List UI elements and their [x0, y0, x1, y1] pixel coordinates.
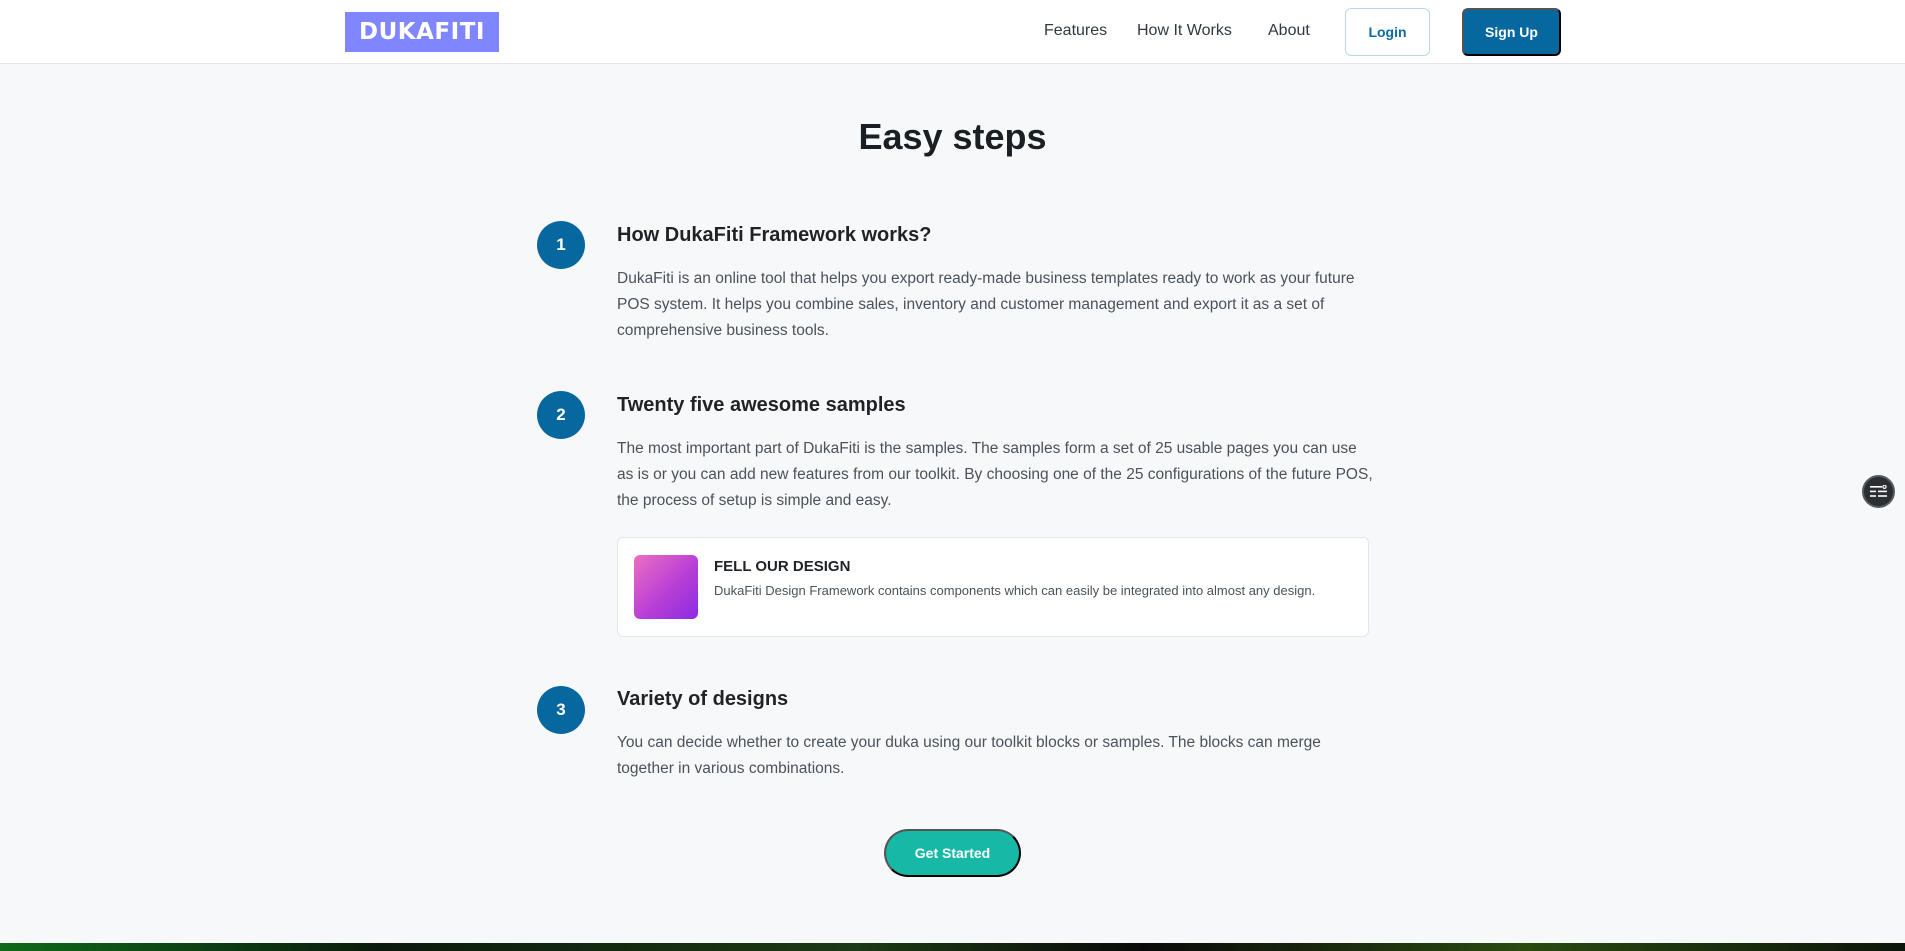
step-description: DukaFiti is an online tool that helps yo…: [617, 270, 1355, 339]
nav-link-features[interactable]: Features: [1044, 22, 1107, 40]
get-started-button[interactable]: Get Started: [884, 829, 1021, 877]
step-number-badge: 3: [537, 686, 585, 734]
step-description: The most important part of DukaFiti is t…: [617, 440, 1373, 509]
step-title: How DukaFiti Framework works?: [617, 224, 932, 246]
top-navbar: DUKAFITI Features How It Works About Log…: [0, 0, 1905, 64]
list-settings-icon[interactable]: [1862, 475, 1895, 508]
signup-button[interactable]: Sign Up: [1462, 8, 1561, 56]
bottom-background-strip: [0, 943, 1905, 951]
step-title: Variety of designs: [617, 688, 789, 710]
step-number-badge: 1: [537, 221, 585, 269]
section-title: Easy steps: [858, 116, 1047, 157]
login-button[interactable]: Login: [1345, 8, 1430, 56]
feature-card: FELL OUR DESIGN DukaFiti Design Framewor…: [617, 537, 1369, 637]
feature-description: DukaFiti Design Framework contains compo…: [714, 583, 1316, 598]
step-description: You can decide whether to create your du…: [617, 734, 1321, 777]
step-title: Twenty five awesome samples: [617, 394, 906, 416]
nav-link-about[interactable]: About: [1268, 22, 1310, 40]
step-number-badge: 2: [537, 391, 585, 439]
list-settings-glyph: [1870, 485, 1887, 497]
logo[interactable]: DUKAFITI: [345, 12, 499, 52]
nav-link-how-it-works[interactable]: How It Works: [1137, 22, 1232, 40]
feature-thumbnail: [634, 555, 698, 619]
feature-title: FELL OUR DESIGN: [714, 558, 851, 575]
